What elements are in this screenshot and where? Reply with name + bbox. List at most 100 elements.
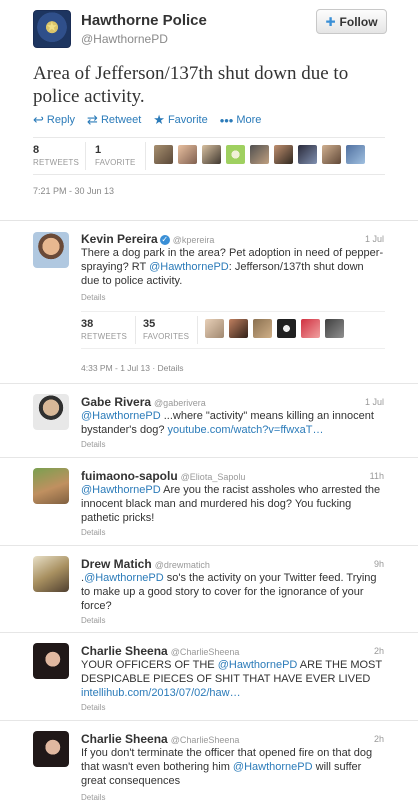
reply-header: Kevin Pereira ✓ @kpereira [81,232,214,246]
reply-item[interactable]: Charlie Sheena @CharlieSheena 2h If you d… [0,721,418,810]
details-link[interactable]: Details [81,528,105,537]
retweets-label: RETWEETS [33,158,80,167]
more-action[interactable]: ••• More [220,112,262,128]
more-dots-icon: ••• [219,112,234,128]
badge-star-icon: ★ [46,19,58,34]
reply-header: Charlie Sheena @CharlieSheena [81,644,239,658]
retweets-stat[interactable]: 8 RETWEETS [33,144,79,167]
user-avatar[interactable] [346,145,365,164]
user-avatar[interactable] [178,145,197,164]
reply-header: Drew Matich @drewmatich [81,557,210,571]
reply-time[interactable]: 1 Jul [365,397,384,407]
reply-item[interactable]: fuimaono-sapolu @Eliota_Sapolu 11h @Hawth… [0,458,418,546]
follow-button[interactable]: ✚ Follow [316,9,387,34]
details-link[interactable]: Details [81,293,105,302]
details-link[interactable]: Details [81,616,105,625]
stat-divider [85,142,86,170]
reply-header: Charlie Sheena @CharlieSheena [81,732,239,746]
retweeter-avatars [154,145,365,164]
reply-time[interactable]: 2h [374,734,384,744]
follow-label: Follow [339,14,378,29]
reply-author-handle[interactable]: @Eliota_Sapolu [181,472,246,482]
mention-link[interactable]: @HawthornePD [81,410,161,422]
reply-stats: 38 RETWEETS 35 FAVORITES [81,311,385,349]
reply-author-handle[interactable]: @CharlieSheena [171,735,240,745]
favorite-action[interactable]: ★ Favorite [153,112,207,128]
user-avatar[interactable] [253,319,272,338]
reply-author-handle[interactable]: @kpereira [173,235,215,245]
user-avatar[interactable] [322,145,341,164]
user-avatar[interactable] [298,145,317,164]
replies-list: Kevin Pereira ✓ @kpereira 1 Jul There a do… [0,220,418,810]
retweet-action[interactable]: ⇄ Retweet [87,112,141,128]
user-avatar[interactable] [205,319,224,338]
reply-time[interactable]: 9h [374,559,384,569]
user-avatar[interactable] [33,232,69,268]
reply-action[interactable]: ↩ Reply [33,112,75,128]
tweet-timestamp[interactable]: 7:21 PM - 30 Jun 13 [33,186,114,196]
reply-text: There a dog park in the area? Pet adopti… [81,246,385,289]
user-avatar[interactable] [33,643,69,679]
retweets-count: 38 [81,318,94,330]
reply-author-name[interactable]: Drew Matich [81,557,152,571]
tweet-text: Area of Jefferson/137th shut down due to… [33,63,349,107]
mention-link[interactable]: @HawthornePD [233,761,313,773]
reply-author-name[interactable]: Charlie Sheena [81,732,168,746]
reply-author-handle[interactable]: @drewmatich [155,560,210,570]
reply-header: Gabe Rivera @gaberivera [81,395,206,409]
reply-author-name[interactable]: Gabe Rivera [81,395,151,409]
user-avatar[interactable] [202,145,221,164]
reply-item[interactable]: Drew Matich @drewmatich 9h .@HawthornePD … [0,546,418,633]
author-handle[interactable]: @HawthornePD [81,32,168,46]
mention-link[interactable]: @HawthornePD [81,484,161,496]
user-avatar[interactable] [301,319,320,338]
user-avatar[interactable] [274,145,293,164]
details-link[interactable]: Details [81,793,105,802]
user-avatar[interactable] [277,319,296,338]
user-avatar[interactable] [250,145,269,164]
user-avatar[interactable] [33,731,69,767]
retweet-label: Retweet [100,114,142,126]
external-link[interactable]: intellihub.com/2013/07/02/haw… [81,687,241,699]
reply-time[interactable]: 2h [374,646,384,656]
user-avatar[interactable] [154,145,173,164]
user-avatar[interactable] [33,394,69,430]
retweeter-avatars [205,319,344,338]
user-avatar[interactable] [33,556,69,592]
external-link[interactable]: youtube.com/watch?v=ffwxaT… [168,424,324,436]
favorites-stat[interactable]: 1 FAVORITE [95,144,136,167]
reply-time[interactable]: 11h [370,471,384,481]
reply-author-handle[interactable]: @CharlieSheena [171,647,240,657]
reply-timestamp[interactable]: 4:33 PM - 1 Jul 13 · Details [81,363,184,373]
reply-time[interactable]: 1 Jul [365,234,384,244]
hawthorne-pd-avatar[interactable]: ★ [33,10,71,48]
favorites-label: FAVORITE [95,158,136,167]
reply-item[interactable]: Kevin Pereira ✓ @kpereira 1 Jul There a do… [0,221,418,384]
favorites-stat[interactable]: 35 FAVORITES [143,318,189,341]
user-avatar[interactable] [325,319,344,338]
mention-link[interactable]: @HawthornePD [218,659,298,671]
retweets-stat[interactable]: 38 RETWEETS [81,318,127,341]
reply-author-name[interactable]: Kevin Pereira [81,232,158,246]
reply-item[interactable]: Charlie Sheena @CharlieSheena 2h YOUR OFF… [0,633,418,721]
mention-link[interactable]: @HawthornePD [84,572,164,584]
reply-text-part: YOUR OFFICERS OF THE [81,659,218,671]
reply-item[interactable]: Gabe Rivera @gaberivera 1 Jul @HawthorneP… [0,384,418,458]
details-link[interactable]: Details [81,703,105,712]
reply-label: Reply [46,114,76,126]
user-avatar[interactable] [33,468,69,504]
reply-header: fuimaono-sapolu @Eliota_Sapolu [81,469,245,483]
favorites-count: 35 [143,318,156,330]
user-avatar[interactable] [226,145,245,164]
reply-author-name[interactable]: fuimaono-sapolu [81,469,178,483]
reply-text: @HawthornePD ...where "activity" means k… [81,409,385,437]
reply-author-handle[interactable]: @gaberivera [154,398,206,408]
mention-link[interactable]: @HawthornePD [149,261,229,273]
author-name[interactable]: Hawthorne Police [81,12,207,29]
stat-divider [145,142,146,170]
details-link[interactable]: Details [81,440,105,449]
reply-author-name[interactable]: Charlie Sheena [81,644,168,658]
favorite-label: Favorite [167,114,208,126]
favorites-label: FAVORITES [143,332,190,341]
user-avatar[interactable] [229,319,248,338]
